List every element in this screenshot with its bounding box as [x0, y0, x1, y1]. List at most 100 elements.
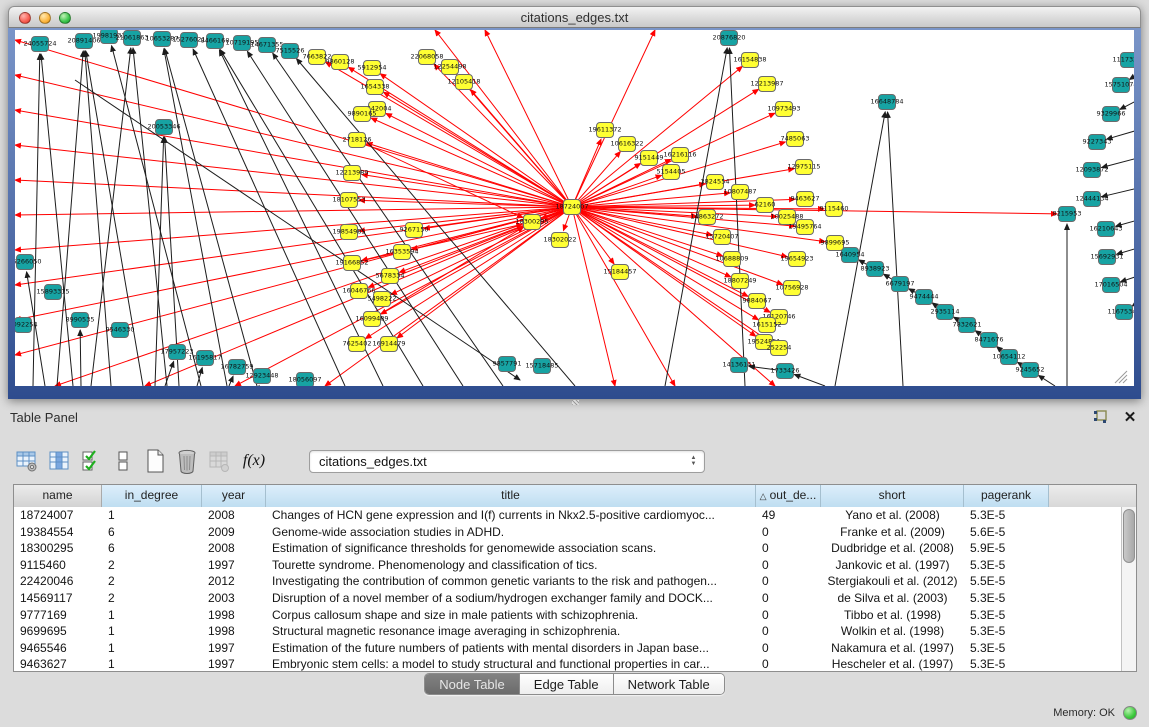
table-cell: Jankovic et al. (1997) — [821, 557, 964, 574]
column-header-in-degree[interactable]: in_degree — [102, 485, 202, 507]
table-cell: 5.3E-5 — [964, 640, 1049, 657]
table-cell: 19384554 — [14, 524, 102, 541]
table-settings-icon — [15, 449, 39, 473]
graph-edge — [164, 49, 227, 386]
table-cell: 0 — [756, 573, 821, 590]
column-header-pagerank[interactable]: pagerank — [964, 485, 1049, 507]
table-cell: 2012 — [202, 573, 266, 590]
table-cell: 5.3E-5 — [964, 607, 1049, 624]
table-header-row: namein_degreeyeartitle△out_de...shortpag… — [14, 485, 1136, 507]
table-cell: 2 — [102, 573, 202, 590]
graph-node-label: 16099489 — [355, 315, 388, 323]
graph-node-label: 8990535 — [66, 316, 95, 324]
column-header-short[interactable]: short — [821, 485, 964, 507]
graph-node-label: 14863272 — [690, 213, 723, 221]
graph-edge — [229, 376, 233, 386]
table-cell: 2008 — [202, 507, 266, 524]
graph-node-label: 18056097 — [288, 376, 321, 384]
delete-rows-button[interactable] — [173, 447, 201, 475]
canvas-resize-grip[interactable] — [1123, 379, 1127, 383]
column-header-name[interactable]: name — [14, 485, 102, 507]
graph-node-label: 19611372 — [588, 126, 621, 134]
table-row[interactable]: 1456911722003Disruption of a novel membe… — [14, 590, 1136, 607]
graph-node-label: 5154405 — [657, 168, 686, 176]
graph-node-label: 11675345 — [1107, 308, 1134, 316]
graph-node-label: 7485063 — [781, 135, 810, 143]
table-cell: 0 — [756, 623, 821, 640]
graph-node-label: 5912954 — [358, 64, 387, 72]
graph-node-label: 12105418 — [447, 78, 480, 86]
table-cell: 2 — [102, 590, 202, 607]
table-row[interactable]: 911546021997Tourette syndrome. Phenomeno… — [14, 557, 1136, 574]
new-table-button[interactable] — [141, 447, 169, 475]
table-cell: 0 — [756, 656, 821, 672]
table-settings-button[interactable] — [13, 447, 41, 475]
table-scrollbar[interactable] — [1121, 507, 1136, 671]
function-builder-button[interactable]: f(x) — [237, 447, 271, 475]
table-row[interactable]: 977716911998Corpus callosum shape and si… — [14, 607, 1136, 624]
table-row[interactable]: 2242004622012Investigating the contribut… — [14, 573, 1136, 590]
graph-node-label: 9860128 — [326, 58, 355, 66]
graph-node-label: 9092254 — [15, 321, 37, 329]
graph-node-label: 10756928 — [775, 284, 808, 292]
graph-node-label: 17016504 — [1094, 281, 1127, 289]
table-row[interactable]: 946362711997Embryonic stem cells: a mode… — [14, 656, 1136, 672]
column-header-year[interactable]: year — [202, 485, 266, 507]
table-cell: Tourette syndrome. Phenomenology and cla… — [266, 557, 756, 574]
graph-node-label: 252254 — [767, 344, 792, 352]
select-all-rows-icon — [80, 449, 102, 473]
graph-edge — [357, 140, 523, 218]
table-cell: 2003 — [202, 590, 266, 607]
graph-node-label: 10654112 — [992, 353, 1025, 361]
table-cell: 5.3E-5 — [964, 507, 1049, 524]
table-row[interactable]: 1872400712008Changes of HCN gene express… — [14, 507, 1136, 524]
table-cell: 6 — [102, 540, 202, 557]
table-cell: Estimation of the future numbers of pati… — [266, 640, 756, 657]
memory-status-icon[interactable] — [1123, 706, 1137, 720]
table-row[interactable]: 1938455462009Genome-wide association stu… — [14, 524, 1136, 541]
table-cell: 0 — [756, 590, 821, 607]
table-row[interactable]: 969969511998Structural magnetic resonanc… — [14, 623, 1136, 640]
tab-network-table[interactable]: Network Table — [614, 674, 724, 694]
table-cell: Stergiakouli et al. (2012) — [821, 573, 964, 590]
tab-node-table[interactable]: Node Table — [425, 674, 520, 694]
table-cell: 2 — [102, 557, 202, 574]
select-all-rows-button[interactable] — [77, 447, 105, 475]
table-row[interactable]: 946554611997Estimation of the future num… — [14, 640, 1136, 657]
table-cell: 1997 — [202, 656, 266, 672]
delete-table-icon — [207, 449, 231, 473]
column-header-title[interactable]: title — [266, 485, 756, 507]
table-cell: Franke et al. (2009) — [821, 524, 964, 541]
table-cell: 18300295 — [14, 540, 102, 557]
scrollbar-thumb[interactable] — [1123, 509, 1135, 563]
table-cell: 1 — [102, 623, 202, 640]
node-table: namein_degreeyeartitle△out_de...shortpag… — [13, 484, 1137, 672]
column-header-out-de-[interactable]: △out_de... — [756, 485, 821, 507]
graph-node-label: 20053346 — [147, 123, 180, 131]
graph-node-label: 18107553 — [332, 196, 365, 204]
graph-node-label: 18724007 — [555, 203, 588, 211]
table-cell: Embryonic stem cells: a model to study s… — [266, 656, 756, 672]
graph-node-label: 5498222 — [368, 295, 397, 303]
graph-node-label: 1654338 — [361, 83, 390, 91]
canvas-resize-grip[interactable] — [1119, 375, 1127, 383]
column-header-label: out_de... — [770, 488, 817, 502]
table-cell: 1997 — [202, 640, 266, 657]
clear-selection-button[interactable] — [109, 447, 137, 475]
table-cell: Hescheler et al. (1997) — [821, 656, 964, 672]
tab-edge-table[interactable]: Edge Table — [520, 674, 614, 694]
table-cell: Wolkin et al. (1998) — [821, 623, 964, 640]
network-canvas[interactable]: 1872400724055724208914061998193321061863… — [15, 30, 1134, 386]
close-panel-button[interactable]: ✕ — [1121, 408, 1139, 426]
float-window-icon — [1092, 409, 1108, 425]
float-panel-button[interactable] — [1091, 408, 1109, 426]
graph-edge — [41, 54, 73, 386]
table-row[interactable]: 1830029562008Estimation of significance … — [14, 540, 1136, 557]
sort-ascending-icon: △ — [760, 491, 767, 501]
graph-node-label: 19166852 — [335, 259, 368, 267]
window-titlebar[interactable]: citations_edges.txt — [8, 6, 1141, 28]
delete-table-button[interactable] — [205, 447, 233, 475]
table-cell: Tibbo et al. (1998) — [821, 607, 964, 624]
table-selector-dropdown[interactable]: citations_edges.txt ▲▼ — [309, 450, 705, 473]
column-chooser-button[interactable] — [45, 447, 73, 475]
